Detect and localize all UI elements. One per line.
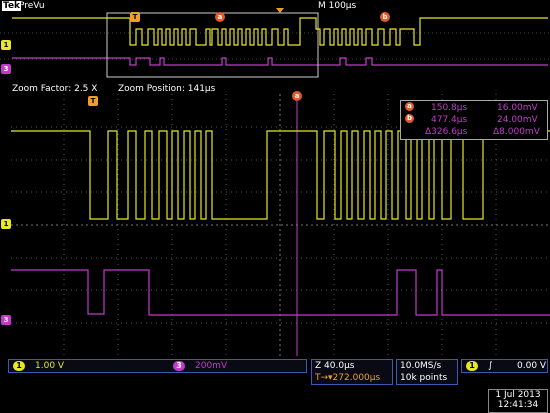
- cursor-delta-time: Δ326.6µs: [425, 127, 468, 137]
- trigger-slope-icon: ∫: [488, 361, 493, 371]
- cursor-delta-volt: Δ8.000mV: [493, 127, 540, 137]
- sample-rate: 10.0MS/s: [400, 361, 442, 371]
- ch3-scale-badge[interactable]: 3: [173, 361, 185, 371]
- overview-ch3-marker[interactable]: 3: [1, 64, 11, 74]
- overview-trigger-marker[interactable]: T: [130, 12, 140, 22]
- cursor-b-volt: 24.00mV: [497, 115, 538, 125]
- cursor-a-marker[interactable]: a: [292, 91, 302, 101]
- horizontal-readout[interactable]: Z 40.0µs T→▾272.000µs: [311, 359, 393, 385]
- cursor-a-volt: 16.00mV: [497, 103, 538, 113]
- trigger-readout[interactable]: 1 ∫ 0.00 V: [461, 359, 548, 373]
- ch1-scale-badge[interactable]: 1: [13, 361, 25, 371]
- cursor-readout[interactable]: a 150.8µs 16.00mV b 477.4µs 24.00mV Δ326…: [400, 100, 548, 140]
- acquisition-readout[interactable]: 10.0MS/s 10k points: [396, 359, 458, 385]
- ch1-scale[interactable]: 1.00 V: [35, 360, 64, 372]
- overview-position-icon: [276, 8, 284, 13]
- ch3-scale[interactable]: 200mV: [195, 360, 227, 372]
- cursor-a-time: 150.8µs: [431, 103, 468, 113]
- trigger-marker[interactable]: T: [88, 96, 98, 106]
- time-text: 12:41:34: [497, 400, 539, 410]
- ch3-main-trace: [11, 269, 550, 316]
- ch3-ground-marker[interactable]: 3: [1, 315, 11, 325]
- record-length: 10k points: [400, 373, 448, 383]
- datetime-display: 1 Jul 2013 12:41:34: [488, 389, 548, 413]
- overview-ch1-marker[interactable]: 1: [1, 40, 11, 50]
- overview-waveform-panel[interactable]: T a b 1 3: [0, 8, 550, 84]
- overview-cursor-b-marker[interactable]: b: [380, 12, 390, 22]
- bottom-status-panel: 1 1.00 V 3 200mV Z 40.0µs T→▾272.000µs 1…: [0, 356, 550, 413]
- trigger-source-badge: 1: [466, 361, 478, 371]
- overview-ch1-trace: [12, 17, 548, 46]
- zoom-timebase: Z 40.0µs: [315, 361, 355, 371]
- channel-scale-bar[interactable]: 1 1.00 V 3 200mV: [8, 359, 307, 373]
- trigger-level: 0.00 V: [517, 361, 547, 371]
- overview-svg: [0, 12, 550, 78]
- date-text: 1 Jul 2013: [495, 390, 541, 400]
- trigger-position: T→▾272.000µs: [315, 373, 381, 383]
- cursor-b-time: 477.4µs: [431, 115, 468, 125]
- overview-cursor-a-marker[interactable]: a: [215, 12, 225, 22]
- ch1-ground-marker[interactable]: 1: [1, 219, 11, 229]
